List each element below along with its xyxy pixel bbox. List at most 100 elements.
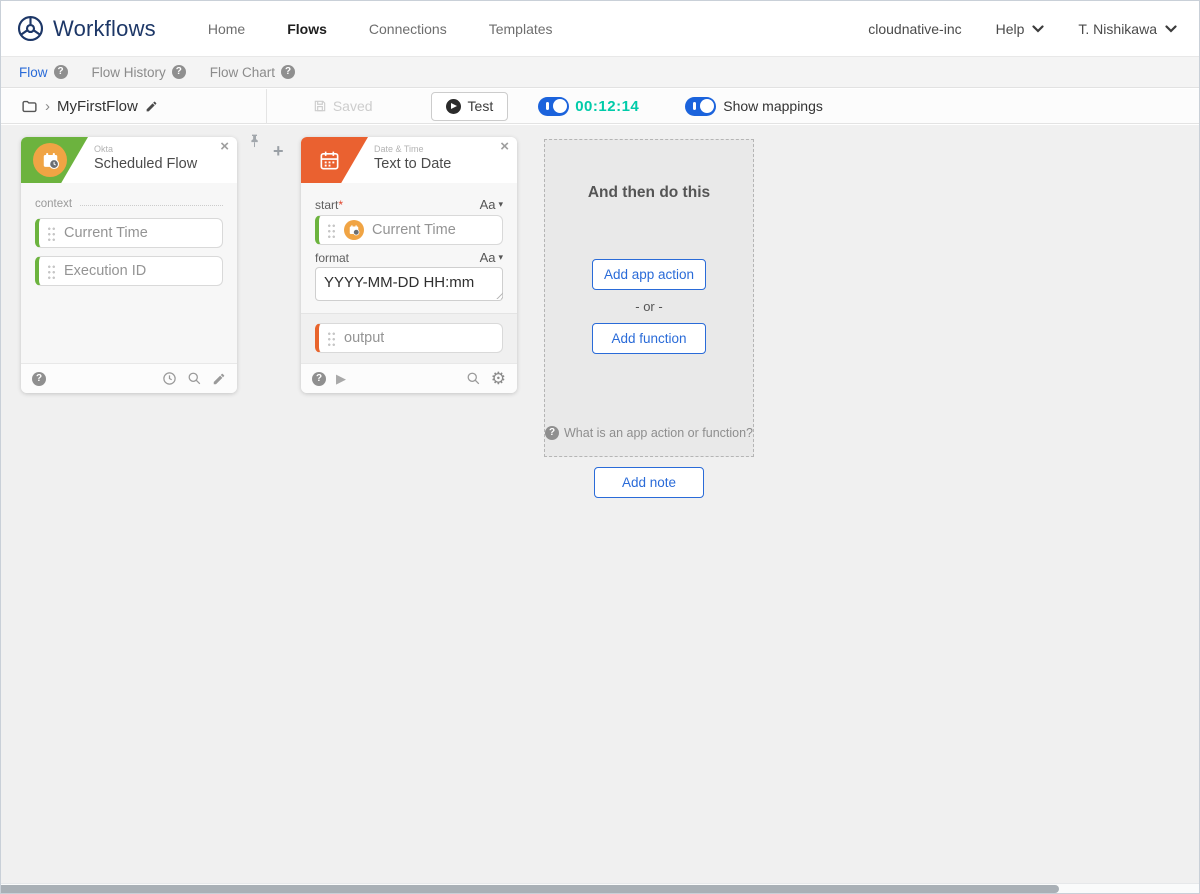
header-right: cloudnative-inc Help T. Nishikawa xyxy=(868,21,1177,37)
nav-templates[interactable]: Templates xyxy=(489,21,553,37)
nav-flows[interactable]: Flows xyxy=(287,21,327,37)
tab-flow-chart[interactable]: Flow Chart ? xyxy=(209,64,296,80)
token-label: Current Time xyxy=(372,222,456,238)
show-mappings-label: Show mappings xyxy=(723,98,823,114)
timer-value: 00:12:14 xyxy=(575,97,640,115)
token-label: Current Time xyxy=(64,225,148,241)
flow-subnav: Flow ? Flow History ? Flow Chart ? xyxy=(1,57,1199,88)
insert-card-plus-icon[interactable]: + xyxy=(273,141,284,162)
token-execution-id[interactable]: Execution ID xyxy=(35,256,223,286)
search-icon[interactable] xyxy=(466,371,481,386)
start-type-selector[interactable]: Aa ▾ xyxy=(480,197,503,212)
function-card-titles: Date & Time Text to Date xyxy=(374,144,451,172)
top-header: Workflows Home Flows Connections Templat… xyxy=(1,1,1199,57)
start-field-row: start * Aa ▾ xyxy=(315,197,503,212)
flow-toolbar: › MyFirstFlow Saved Test 00:12:14 Show m… xyxy=(1,88,1199,124)
toolbar-divider xyxy=(265,88,267,124)
drag-handle-icon[interactable] xyxy=(47,225,56,241)
gear-icon[interactable]: ⚙ xyxy=(491,370,506,387)
dropzone-title: And then do this xyxy=(587,184,711,201)
drag-handle-icon[interactable] xyxy=(327,222,336,238)
add-function-button[interactable]: Add function xyxy=(592,323,706,354)
caret-down-icon: ▾ xyxy=(498,199,503,209)
function-card[interactable]: Date & Time Text to Date × start* Aa ▾ xyxy=(301,137,517,393)
tab-flow[interactable]: Flow ? xyxy=(19,65,68,80)
format-input[interactable]: YYYY-MM-DD HH:mm xyxy=(315,267,503,301)
workflows-brand[interactable]: Workflows xyxy=(17,15,156,42)
format-label: format xyxy=(315,250,350,265)
okta-token-icon xyxy=(344,220,364,240)
saved-label: Saved xyxy=(332,98,373,114)
help-circle-icon[interactable]: ? xyxy=(53,65,68,79)
function-card-footer: ? ▶ ⚙ xyxy=(301,363,517,393)
calendar-icon xyxy=(318,149,341,172)
help-circle-icon: ? xyxy=(545,426,559,440)
okta-app-icon xyxy=(33,143,67,177)
flow-canvas: Okta Scheduled Flow × context Current Ti… xyxy=(1,125,1199,883)
flow-name[interactable]: MyFirstFlow xyxy=(57,98,138,115)
drag-handle-icon[interactable] xyxy=(327,330,336,346)
dropzone-help-text: What is an app action or function? xyxy=(564,426,754,440)
breadcrumb-chevron: › xyxy=(45,97,50,115)
run-step-play-icon[interactable]: ▶ xyxy=(336,372,346,385)
context-label: context xyxy=(35,198,73,210)
start-value-token[interactable]: Current Time xyxy=(315,215,503,245)
pencil-icon[interactable] xyxy=(212,372,226,386)
tab-flow-history[interactable]: Flow History ? xyxy=(92,65,186,80)
workflows-logo-icon xyxy=(17,15,44,42)
save-status: Saved xyxy=(313,98,373,114)
search-icon[interactable] xyxy=(187,371,202,386)
dropzone-help-link[interactable]: ? What is an app action or function? xyxy=(545,426,753,440)
flow-title-group: › MyFirstFlow xyxy=(21,98,158,115)
pin-icon[interactable] xyxy=(247,133,262,150)
nav-connections[interactable]: Connections xyxy=(369,21,447,37)
type-selector-label: Aa xyxy=(479,197,496,212)
function-card-header: Date & Time Text to Date × xyxy=(301,137,517,183)
folder-icon[interactable] xyxy=(21,98,38,115)
help-menu[interactable]: Help xyxy=(996,21,1045,37)
user-menu[interactable]: T. Nishikawa xyxy=(1078,21,1177,37)
close-icon[interactable]: × xyxy=(500,138,509,155)
trigger-card-titles: Okta Scheduled Flow xyxy=(94,144,197,172)
function-card-title: Text to Date xyxy=(374,156,452,172)
show-mappings-toggle[interactable] xyxy=(685,96,717,116)
edit-name-pencil-icon[interactable] xyxy=(145,100,158,113)
timer-toggle[interactable] xyxy=(538,96,570,116)
tab-flow-label: Flow xyxy=(19,64,48,80)
next-step-dropzone: And then do this Add app action - or - A… xyxy=(544,139,754,457)
context-row: context xyxy=(35,198,223,210)
trigger-card-title: Scheduled Flow xyxy=(94,156,198,172)
tab-flow-chart-label: Flow Chart xyxy=(209,64,276,80)
brand-title: Workflows xyxy=(53,15,156,41)
test-button[interactable]: Test xyxy=(430,91,509,121)
trigger-card[interactable]: Okta Scheduled Flow × context Current Ti… xyxy=(21,137,237,393)
trigger-card-footer: ? xyxy=(21,363,237,393)
chevron-down-icon xyxy=(1032,24,1045,33)
close-icon[interactable]: × xyxy=(220,138,229,155)
type-selector-label: Aa xyxy=(479,250,496,265)
add-app-action-button[interactable]: Add app action xyxy=(592,259,706,290)
card-help-icon[interactable]: ? xyxy=(32,371,46,386)
mappings-group: Show mappings xyxy=(685,96,823,116)
schedule-clock-icon[interactable] xyxy=(162,371,177,386)
test-play-icon xyxy=(445,98,461,114)
org-name: cloudnative-inc xyxy=(868,20,962,37)
horizontal-scrollbar-track[interactable] xyxy=(1,883,1199,893)
drag-handle-icon[interactable] xyxy=(47,263,56,279)
token-label: output xyxy=(344,330,385,346)
token-current-time[interactable]: Current Time xyxy=(35,218,223,248)
context-dotted-rule xyxy=(80,204,223,206)
main-nav: Home Flows Connections Templates xyxy=(208,21,553,37)
format-type-selector[interactable]: Aa ▾ xyxy=(480,250,503,265)
help-circle-icon[interactable]: ? xyxy=(171,65,186,79)
nav-home[interactable]: Home xyxy=(208,21,245,37)
user-name: T. Nishikawa xyxy=(1078,20,1157,37)
output-token[interactable]: output xyxy=(315,323,503,353)
horizontal-scrollbar-thumb[interactable] xyxy=(1,885,1059,893)
add-note-button[interactable]: Add note xyxy=(594,467,704,498)
card-help-icon[interactable]: ? xyxy=(312,371,326,386)
token-label: Execution ID xyxy=(64,263,147,279)
help-circle-icon[interactable]: ? xyxy=(281,65,296,79)
help-label: Help xyxy=(995,20,1025,37)
test-label: Test xyxy=(467,98,494,114)
